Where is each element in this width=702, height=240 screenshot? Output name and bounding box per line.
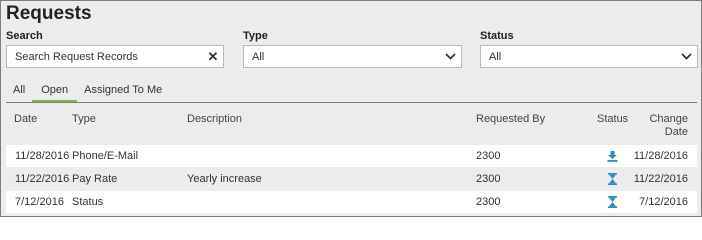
chevron-down-icon: [675, 53, 697, 60]
tab-bar: All Open Assigned To Me: [6, 83, 169, 103]
column-header-change-date[interactable]: Change Date: [649, 113, 688, 138]
table-row[interactable]: 11/22/2016 Pay Rate Yearly increase 2300…: [6, 168, 697, 190]
cell-change-date: 11/22/2016: [633, 173, 688, 185]
hourglass-icon: [602, 191, 622, 213]
cell-description: Yearly increase: [187, 173, 262, 185]
cell-date: 11/28/2016: [15, 150, 70, 162]
download-icon[interactable]: [602, 145, 622, 167]
status-select[interactable]: All: [480, 45, 698, 68]
tab-all[interactable]: All: [6, 83, 32, 103]
type-select[interactable]: All: [243, 45, 462, 68]
cell-requested-by: 2300: [476, 173, 501, 185]
search-label: Search: [6, 30, 43, 42]
cell-type: Phone/E-Mail: [72, 150, 139, 162]
cell-requested-by: 2300: [476, 196, 501, 208]
table-row[interactable]: 7/12/2016 Status 2300 7/12/2016: [6, 191, 697, 213]
requests-panel: Requests Search Search Request Records ✕…: [0, 0, 702, 217]
column-header-description[interactable]: Description: [187, 113, 242, 125]
column-header-type[interactable]: Type: [72, 113, 96, 125]
column-header-change-line1: Change: [649, 113, 688, 125]
status-label: Status: [480, 30, 514, 42]
cell-change-date: 11/28/2016: [633, 150, 688, 162]
tab-assigned-to-me[interactable]: Assigned To Me: [77, 83, 169, 103]
cell-date: 7/12/2016: [15, 196, 64, 208]
type-label: Type: [243, 30, 268, 42]
status-select-value: All: [489, 50, 502, 63]
chevron-down-icon: [439, 53, 461, 60]
cell-date: 11/22/2016: [15, 173, 70, 185]
cell-requested-by: 2300: [476, 150, 501, 162]
search-input-value: Search Request Records: [15, 50, 138, 63]
close-icon[interactable]: ✕: [203, 49, 223, 65]
search-input[interactable]: Search Request Records ✕: [6, 45, 224, 68]
column-header-status[interactable]: Status: [597, 113, 628, 125]
table-row[interactable]: 11/28/2016 Phone/E-Mail 2300 11/28/2016: [6, 145, 697, 167]
hourglass-icon: [602, 168, 622, 190]
tab-open[interactable]: Open: [32, 83, 78, 103]
cell-change-date: 7/12/2016: [639, 196, 688, 208]
page-title: Requests: [6, 3, 92, 24]
cell-type: Pay Rate: [72, 173, 118, 185]
column-header-change-line2: Date: [664, 126, 688, 138]
cell-type: Status: [72, 196, 104, 208]
tab-divider: [6, 102, 697, 103]
column-header-requested-by[interactable]: Requested By: [476, 113, 545, 125]
type-select-value: All: [252, 50, 265, 63]
column-header-date[interactable]: Date: [14, 113, 37, 125]
